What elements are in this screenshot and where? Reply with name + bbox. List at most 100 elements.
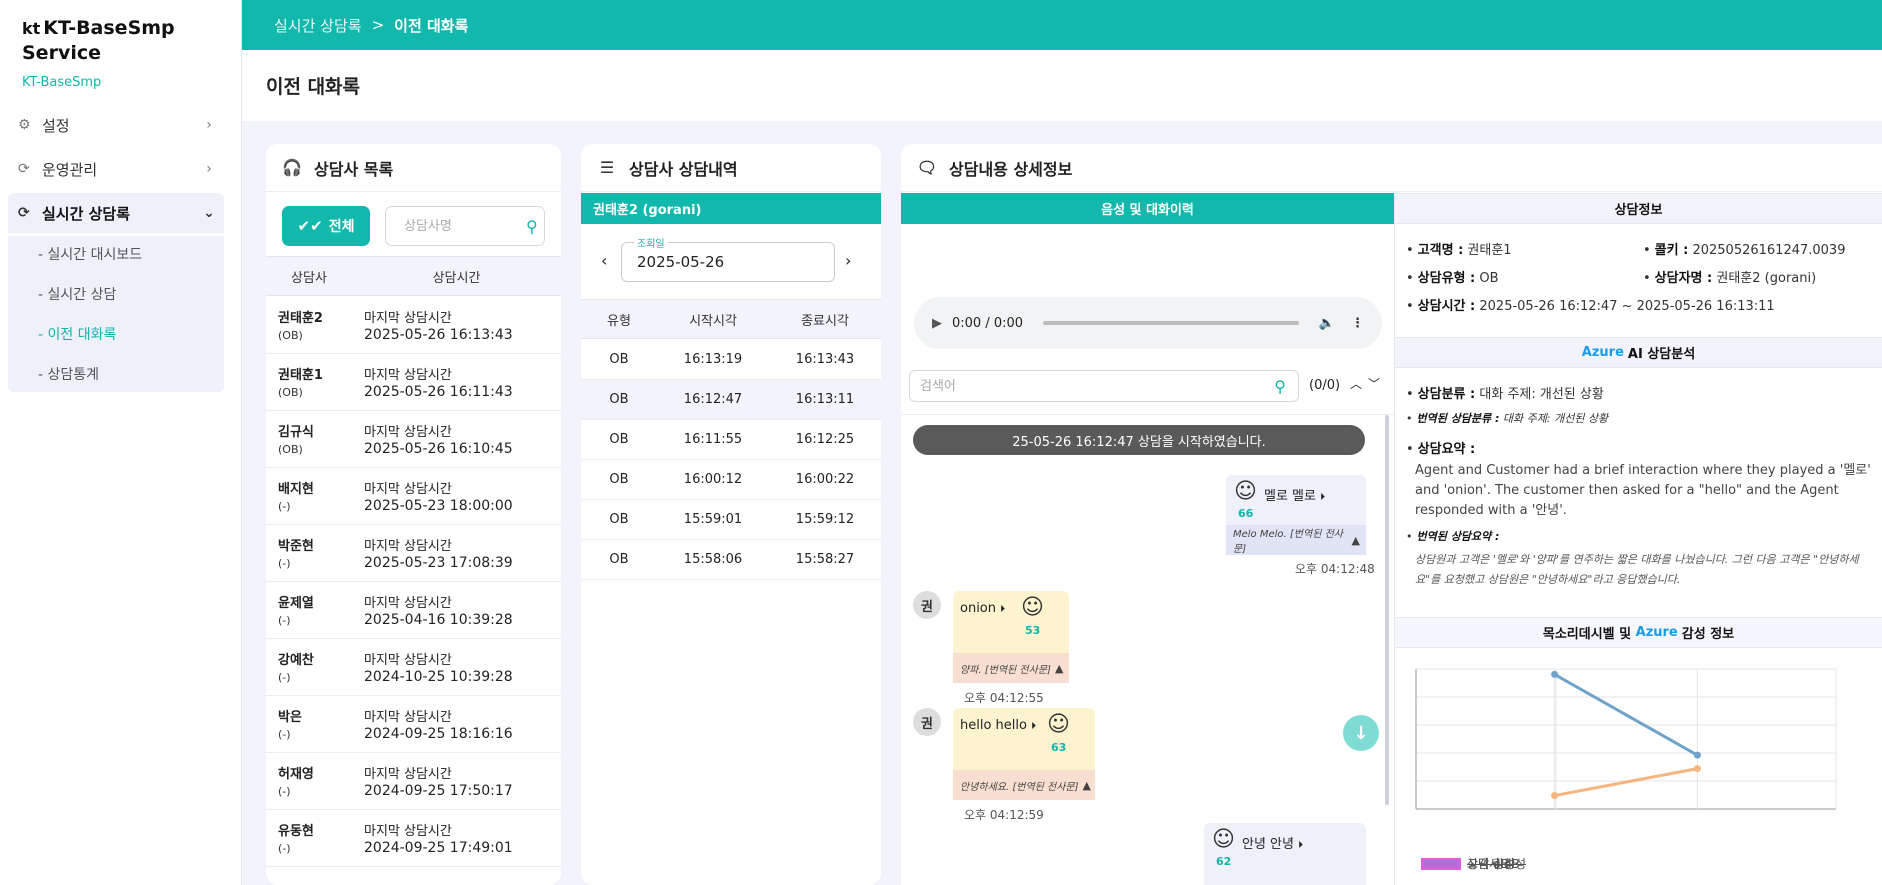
customer-message: hello hello ⏵ ☺ 63 안녕하세요. [번역된 전사문] ▲ xyxy=(953,708,1095,800)
agent-name: 박준현 xyxy=(278,539,314,554)
agent-message: ☺ 멜로 멜로 ⏵ 66 Melo Melo. [번역된 전사문] ▲ xyxy=(1226,475,1366,555)
agent-row[interactable]: 권태훈2 (OB) 마지막 상담시간 2025-05-26 16:13:43 xyxy=(266,297,561,354)
refresh-icon: ⟳ xyxy=(18,205,30,221)
session-start: 15:58:06 xyxy=(683,552,743,567)
submenu-item-realtime[interactable]: - 실시간 상담 xyxy=(38,284,116,304)
analysis-translated-category: • 번역된 상담분류 : 대화 주제: 개선된 상황 xyxy=(1406,412,1609,425)
submenu-item-dashboard[interactable]: - 실시간 대시보드 xyxy=(38,244,142,264)
nav-item-realtime-records[interactable]: ⟳ 실시간 상담록 ⌄ xyxy=(8,193,224,233)
agent-row[interactable]: 윤제열 (-) 마지막 상담시간 2025-04-16 10:39:28 xyxy=(266,582,561,639)
session-end: 16:12:25 xyxy=(795,432,855,447)
info-customer: • 고객명 : 권태훈1 xyxy=(1406,243,1512,258)
audio-progress[interactable] xyxy=(1043,321,1299,325)
sentiment-score: 63 xyxy=(1051,741,1067,754)
last-time-label: 마지막 상담시간 xyxy=(364,653,452,668)
nav-item-operations[interactable]: ⟳ 운영관리 › xyxy=(8,149,224,189)
analysis-translated-summary: 상담원과 고객은 '멜로'와 '양파'를 연주하는 짧은 대화를 나눴습니다. … xyxy=(1415,553,1859,586)
submenu-item-statistics[interactable]: - 상담통계 xyxy=(38,364,99,384)
prev-date-button[interactable]: ‹ xyxy=(601,251,607,270)
agent-row[interactable]: 유동현 (-) 마지막 상담시간 2024-09-25 17:49:01 xyxy=(266,810,561,867)
play-icon[interactable]: ▶ xyxy=(932,316,942,331)
breadcrumb-separator: > xyxy=(371,16,385,34)
agent-search-input[interactable] xyxy=(404,218,522,234)
last-time-value: 2024-09-25 17:49:01 xyxy=(364,840,513,856)
agent-row[interactable]: 배지현 (-) 마지막 상담시간 2025-05-23 18:00:00 xyxy=(266,468,561,525)
chat-search-input[interactable] xyxy=(920,378,1275,394)
nav-item-settings[interactable]: ⚙ 설정 › xyxy=(8,105,224,145)
message-time: 오후 04:12:48 xyxy=(1295,562,1375,576)
last-time-value: 2024-09-25 17:50:17 xyxy=(364,783,513,799)
session-row[interactable]: OB 16:12:47 16:13:11 xyxy=(581,380,881,420)
volume-icon[interactable]: 🔈 xyxy=(1319,316,1335,331)
last-time-label: 마지막 상담시간 xyxy=(364,710,452,725)
session-row[interactable]: OB 15:58:06 15:58:27 xyxy=(581,540,881,580)
analysis-summary: Agent and Customer had a brief interacti… xyxy=(1415,463,1871,518)
agent-name: 유동현 xyxy=(278,824,314,839)
session-start: 16:00:12 xyxy=(683,472,743,487)
info-agent: • 상담자명 : 권태훈2 (gorani) xyxy=(1643,271,1817,286)
agent-row[interactable]: 박준현 (-) 마지막 상담시간 2025-05-23 17:08:39 xyxy=(266,525,561,582)
all-agents-button[interactable]: ✔✔ 전체 xyxy=(282,206,370,246)
agent-row[interactable]: 허재영 (-) 마지막 상담시간 2024-09-25 17:50:17 xyxy=(266,753,561,810)
brand-subtitle: KT-BaseSmp xyxy=(22,75,102,90)
agent-search-box: ⚲ xyxy=(385,206,545,246)
selected-agent-bar: 권태훈2 (gorani) xyxy=(581,193,881,224)
brand-title: kt KT-BaseSmp Service xyxy=(22,17,175,64)
play-icon[interactable]: ⏵ xyxy=(1031,721,1036,732)
agent-row[interactable]: 김규식 (OB) 마지막 상담시간 2025-05-26 16:10:45 xyxy=(266,411,561,468)
play-icon[interactable]: ⏵ xyxy=(1320,492,1325,503)
last-time-label: 마지막 상담시간 xyxy=(364,368,452,383)
breadcrumb-parent[interactable]: 실시간 상담록 xyxy=(274,15,362,36)
play-icon[interactable]: ⏵ xyxy=(1000,604,1005,615)
chevron-down-icon[interactable]: ﹀ xyxy=(1368,375,1380,392)
search-count: (0/0) xyxy=(1309,378,1341,393)
agent-row[interactable]: 강예찬 (-) 마지막 상담시간 2024-10-25 10:39:28 xyxy=(266,639,561,696)
chat-scrollbar[interactable] xyxy=(1385,415,1389,805)
warning-icon: ▲ xyxy=(1082,778,1092,792)
warning-icon: ▲ xyxy=(1054,661,1064,675)
next-date-button[interactable]: › xyxy=(845,251,851,270)
agent-row[interactable]: 권태훈1 (OB) 마지막 상담시간 2025-05-26 16:11:43 xyxy=(266,354,561,411)
page-title: 이전 대화록 xyxy=(242,50,1882,121)
agent-type: (-) xyxy=(278,557,291,570)
smile-icon: ☺ xyxy=(1212,827,1235,852)
legend-swatch xyxy=(1421,857,1461,870)
play-icon[interactable]: ⏵ xyxy=(1298,840,1303,851)
last-time-label: 마지막 상담시간 xyxy=(364,482,452,497)
agent-name: 김규식 xyxy=(278,425,314,440)
agent-name: 배지현 xyxy=(278,482,314,497)
info-consult-type: • 상담유형 : OB xyxy=(1406,271,1499,286)
scroll-down-button[interactable]: ↓ xyxy=(1343,715,1379,751)
last-time-label: 마지막 상담시간 xyxy=(364,539,452,554)
submenu-item-history[interactable]: - 이전 대화록 xyxy=(38,324,116,344)
session-row[interactable]: OB 16:00:12 16:00:22 xyxy=(581,460,881,500)
last-time-label: 마지막 상담시간 xyxy=(364,311,452,326)
agent-row[interactable]: 박은 (-) 마지막 상담시간 2024-09-25 18:16:16 xyxy=(266,696,561,753)
search-icon[interactable]: ⚲ xyxy=(526,217,538,236)
info-callkey: • 콜키 : 20250526161247.0039 xyxy=(1643,243,1846,258)
chevron-right-icon: › xyxy=(206,161,212,177)
chevron-up-icon[interactable]: ︿ xyxy=(1350,375,1362,392)
data-point xyxy=(1693,751,1701,759)
more-icon[interactable]: ⋮ xyxy=(1351,316,1364,331)
agents-panel-header: 🎧 상담사 목록 xyxy=(266,144,561,192)
start-message: 25-05-26 16:12:47 상담을 시작하였습니다. xyxy=(913,425,1365,455)
session-row[interactable]: OB 16:11:55 16:12:25 xyxy=(581,420,881,460)
sentiment-score: 62 xyxy=(1216,855,1232,868)
last-time-value: 2025-05-23 18:00:00 xyxy=(364,498,513,514)
chat-history: 25-05-26 16:12:47 상담을 시작하였습니다. ☺ 멜로 멜로 ⏵… xyxy=(901,414,1394,885)
legend-item[interactable]: 상담사 dB xyxy=(1421,855,1520,872)
sentiment-score: 66 xyxy=(1238,507,1254,520)
col-header-time: 상담시간 xyxy=(432,270,481,286)
session-row[interactable]: OB 16:13:19 16:13:43 xyxy=(581,340,881,380)
col-header-agent: 상담사 xyxy=(291,270,327,286)
session-row[interactable]: OB 15:59:01 15:59:12 xyxy=(581,500,881,540)
last-time-value: 2025-05-26 16:13:43 xyxy=(364,327,513,343)
search-icon[interactable]: ⚲ xyxy=(1274,377,1286,396)
series-line xyxy=(1554,767,1698,798)
smile-icon: ☺ xyxy=(1047,712,1070,737)
agent-name: 강예찬 xyxy=(278,653,314,668)
session-type: OB xyxy=(609,392,629,407)
date-picker[interactable]: 조회일 2025-05-26 xyxy=(621,235,835,282)
session-end: 16:00:22 xyxy=(795,472,855,487)
